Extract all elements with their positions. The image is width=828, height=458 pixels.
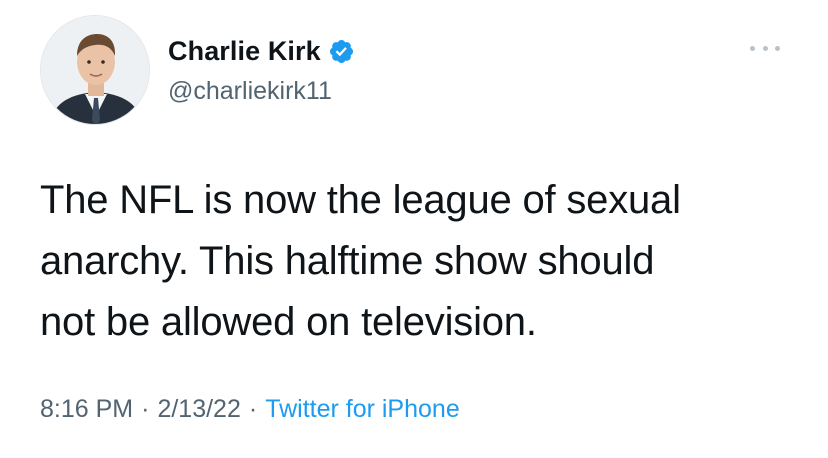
- tweet-time[interactable]: 8:16 PM: [40, 395, 133, 424]
- tweet-date[interactable]: 2/13/22: [157, 395, 240, 424]
- verified-badge-icon: [328, 38, 355, 65]
- more-dot: [762, 45, 768, 51]
- more-options-icon[interactable]: [750, 38, 780, 58]
- tweet-metadata: 8:16 PM · 2/13/22 · Twitter for iPhone: [40, 395, 460, 424]
- tweet-card: Charlie Kirk @charliekirk11 The NFL is n…: [0, 0, 828, 458]
- author-display-name[interactable]: Charlie Kirk: [168, 36, 321, 67]
- meta-separator: ·: [141, 395, 150, 423]
- tweet-text-line: not be allowed on television.: [40, 300, 537, 344]
- author-name-row: Charlie Kirk: [168, 34, 355, 68]
- avatar-image: [41, 16, 149, 124]
- tweet-text-line: anarchy. This halftime show should: [40, 239, 655, 283]
- author-handle[interactable]: @charliekirk11: [168, 77, 332, 106]
- more-dot: [750, 45, 755, 51]
- tweet-source-link[interactable]: Twitter for iPhone: [265, 395, 460, 424]
- tweet-text-line: The NFL is now the league of sexual: [40, 178, 681, 222]
- more-dot: [775, 45, 780, 51]
- meta-separator: ·: [248, 395, 258, 423]
- tweet-text: The NFL is now the league of sexual anar…: [40, 170, 800, 353]
- author-avatar[interactable]: [40, 15, 150, 125]
